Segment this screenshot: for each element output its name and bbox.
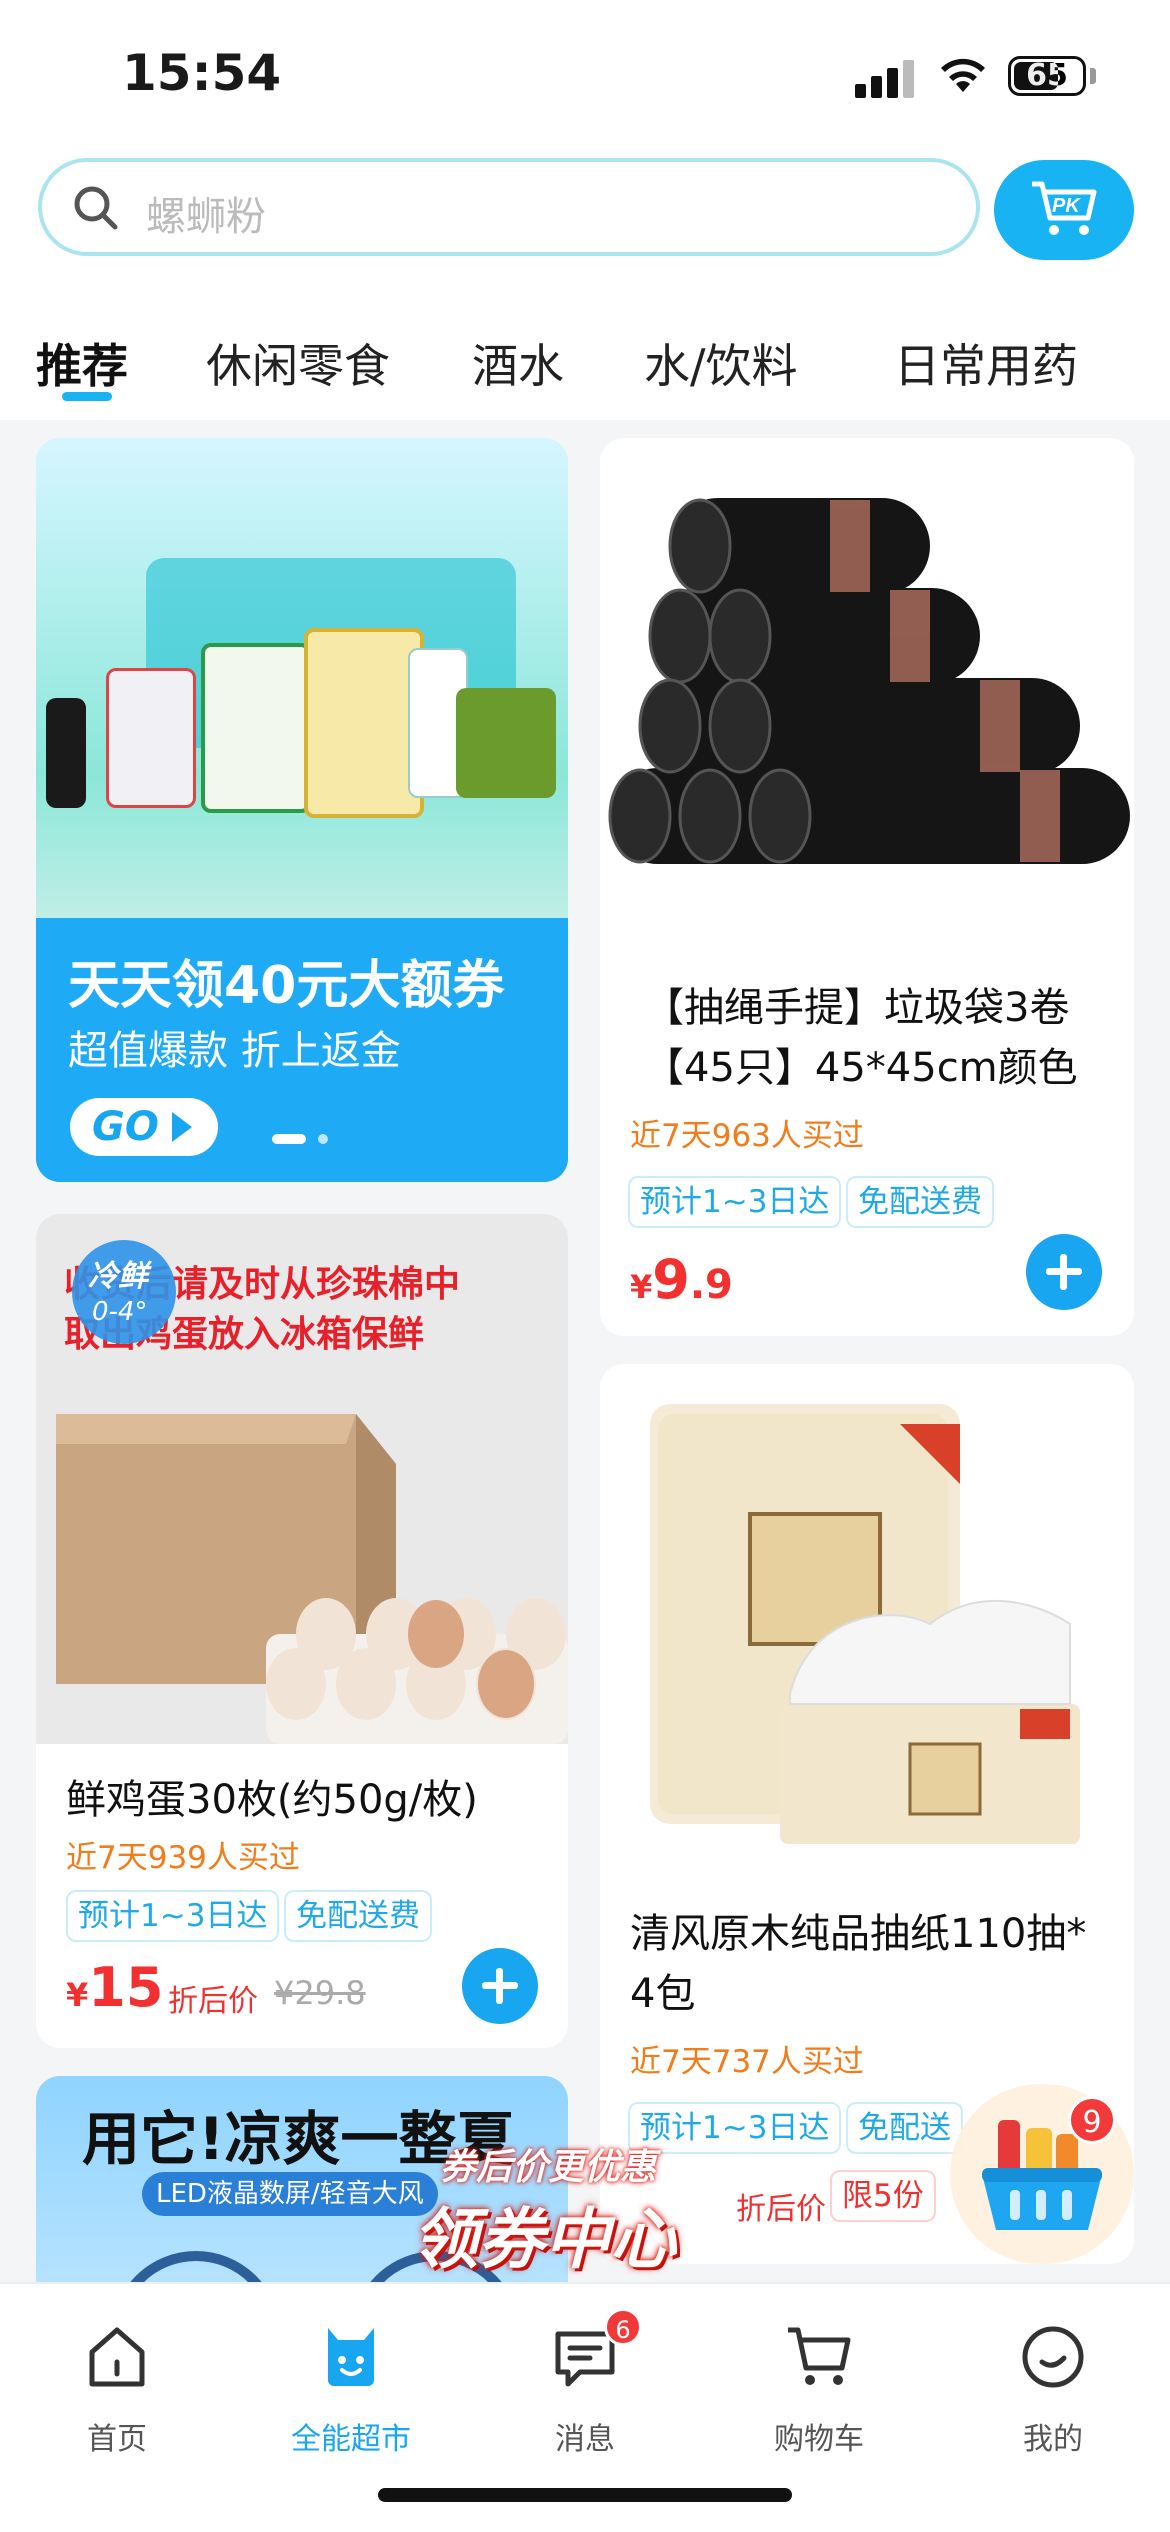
product-sold-count: 近7天963人买过 xyxy=(630,1118,864,1154)
status-bar: 15:54 65 xyxy=(0,0,1170,150)
home-icon xyxy=(89,2327,145,2387)
nav-messages[interactable]: 6 消息 xyxy=(468,2304,702,2464)
product-image xyxy=(600,438,1134,938)
battery-level: 65 xyxy=(1026,58,1068,93)
product-title-line1: 【抽绳手提】垃圾袋3卷 xyxy=(644,985,1070,1031)
status-time: 15:54 xyxy=(122,44,282,102)
category-tabs: 推荐 休闲零食 酒水 水/饮料 日常用药 xyxy=(0,280,1170,420)
delivery-tag: 预计1~3日达 xyxy=(66,1890,280,1942)
supermarket-icon xyxy=(328,2328,374,2386)
product-title-line2: 4包 xyxy=(630,1971,696,2017)
battery-icon: 65 xyxy=(1008,56,1086,96)
carousel-dots xyxy=(272,1134,342,1146)
messages-badge: 6 xyxy=(604,2308,642,2346)
wifi-icon xyxy=(941,58,985,92)
tab-snacks[interactable]: 休闲零食 xyxy=(206,330,390,396)
tab-medicine[interactable]: 日常用药 xyxy=(894,330,1078,396)
banner-subtitle: 超值爆款 折上返金 xyxy=(68,1028,401,1074)
delivery-tag: 预计1~3日达 xyxy=(628,1176,842,1228)
product-image xyxy=(600,1364,1134,1884)
profile-icon xyxy=(1022,2326,1084,2388)
nav-profile[interactable]: 我的 xyxy=(936,2304,1170,2464)
page: 15:54 65 螺蛳粉 PK 推荐 休闲零食 酒水 水/饮料 日常用药 天天领… xyxy=(0,0,1170,2532)
pk-compare-button[interactable]: PK xyxy=(994,160,1134,260)
nav-supermarket[interactable]: 全能超市 xyxy=(234,2304,468,2464)
cellular-signal-icon xyxy=(855,58,917,98)
product-title: 鲜鸡蛋30枚(约50g/枚) xyxy=(66,1777,478,1823)
svg-text:0-4°: 0-4° xyxy=(92,1297,147,1327)
pk-cart-icon: PK xyxy=(1032,181,1097,235)
cart-icon xyxy=(788,2327,851,2385)
purchase-limit-tag: 限5份 xyxy=(830,2170,936,2222)
product-card-garbage-bags[interactable]: 【抽绳手提】垃圾袋3卷 【45只】45*45cm颜色 近7天963人买过 预计1… xyxy=(600,438,1134,1336)
coupon-float-subtitle: 券后价更优惠 xyxy=(440,2147,657,2188)
free-shipping-tag: 免配送费 xyxy=(284,1890,432,1942)
coupon-float-title: 领券中心 xyxy=(412,2201,676,2278)
svg-text:PK: PK xyxy=(1052,195,1081,217)
original-price: ¥29.8 xyxy=(274,1974,366,2012)
add-to-cart-button[interactable] xyxy=(1026,1234,1102,1310)
search-input[interactable]: 螺蛳粉 xyxy=(38,158,980,256)
banner-go-button[interactable]: GO xyxy=(70,1098,218,1156)
product-price: ¥9.9 xyxy=(630,1248,733,1311)
tab-recommend[interactable]: 推荐 xyxy=(36,330,128,396)
svg-text:冷鲜: 冷鲜 xyxy=(88,1259,153,1294)
discount-price-label: 折后价 xyxy=(168,1984,258,2019)
product-title-line2: 【45只】45*45cm颜色 xyxy=(644,1045,1078,1091)
coupon-center-float[interactable]: 券后价更优惠 领券中心 xyxy=(390,2138,750,2288)
search-bar: 螺蛳粉 PK xyxy=(0,150,1170,280)
search-placeholder: 螺蛳粉 xyxy=(146,194,266,240)
tab-liquor[interactable]: 酒水 xyxy=(472,330,564,396)
search-icon xyxy=(74,186,118,230)
free-shipping-tag: 免配送费 xyxy=(846,1176,994,1228)
product-price: ¥15 xyxy=(66,1956,164,2019)
product-image: 收货后请及时从珍珠棉中 取出鸡蛋放入冰箱保鲜 冷鲜 0-4° xyxy=(36,1214,568,1744)
tab-active-indicator xyxy=(62,392,112,401)
home-indicator xyxy=(378,2488,792,2502)
free-shipping-tag: 免配送 xyxy=(846,2102,963,2154)
product-sold-count: 近7天939人买过 xyxy=(66,1840,300,1876)
add-to-cart-button[interactable] xyxy=(462,1948,538,2024)
floating-cart-badge: 9 xyxy=(1068,2096,1116,2144)
nav-home[interactable]: 首页 xyxy=(0,2304,234,2464)
tab-drinks[interactable]: 水/饮料 xyxy=(644,330,798,396)
banner-title: 天天领40元大额券 xyxy=(68,956,505,1016)
product-title-line1: 清风原木纯品抽纸110抽* xyxy=(630,1911,1087,1957)
nav-cart[interactable]: 购物车 xyxy=(702,2304,936,2464)
product-sold-count: 近7天737人买过 xyxy=(630,2044,864,2080)
banner-image xyxy=(36,438,568,918)
promo-banner[interactable]: 天天领40元大额券 超值爆款 折上返金 GO xyxy=(36,438,568,1182)
product-card-eggs[interactable]: 收货后请及时从珍珠棉中 取出鸡蛋放入冰箱保鲜 冷鲜 0-4° 鲜鸡蛋30枚(约5… xyxy=(36,1214,568,2048)
